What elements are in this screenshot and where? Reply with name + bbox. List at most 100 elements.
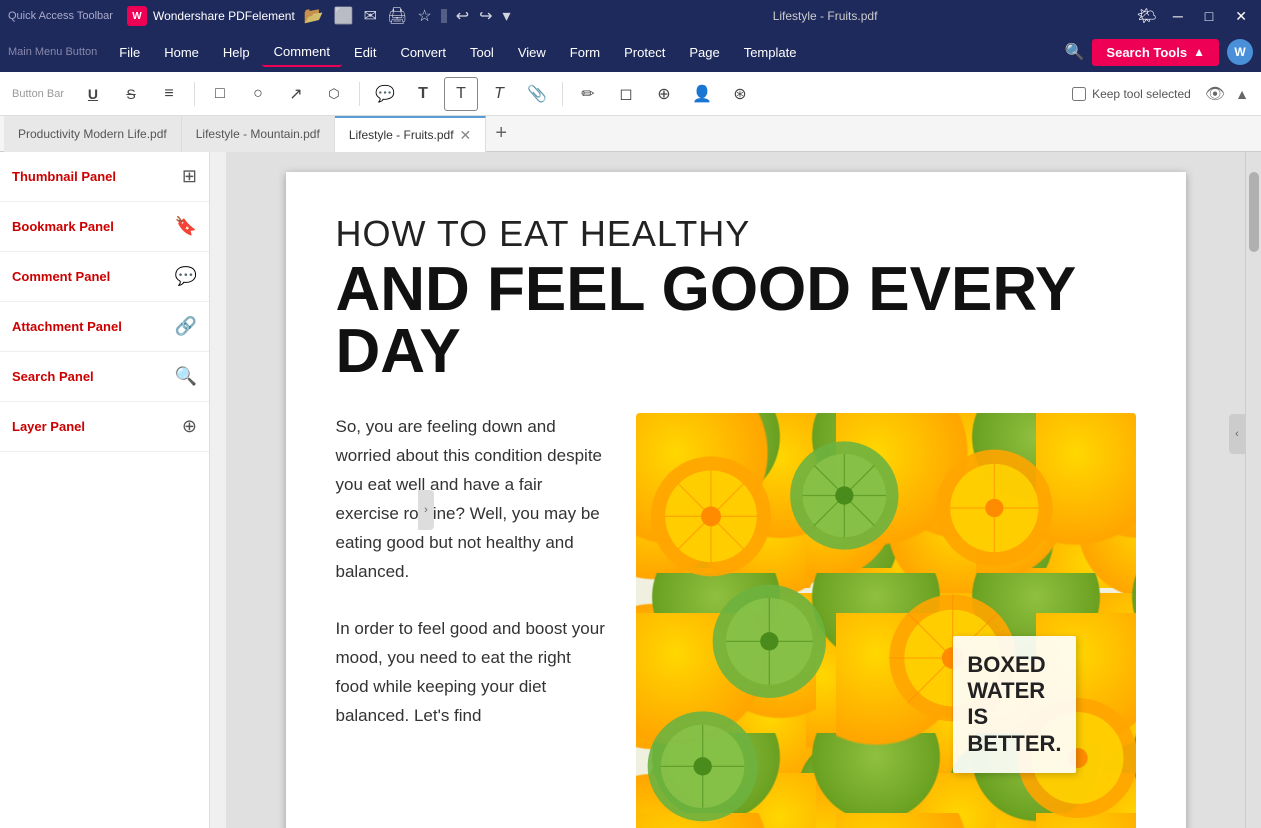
stamp-tool[interactable]: ⊕ (647, 77, 681, 111)
left-panel-collapse-arrow[interactable]: › (418, 490, 434, 530)
text-tool[interactable]: T (406, 77, 440, 111)
attachment-panel-icon: 🔗 (175, 316, 197, 337)
arrow-tool[interactable]: ↗ (279, 77, 313, 111)
highlight-tool[interactable]: ≡ (152, 77, 186, 111)
search-tools-chevron: ▲ (1193, 45, 1205, 59)
tab-productivity-label: Productivity Modern Life.pdf (18, 127, 167, 141)
tab-productivity[interactable]: Productivity Modern Life.pdf (4, 116, 182, 152)
thumbnail-panel-item[interactable]: Thumbnail Panel ⊞ (0, 152, 209, 202)
eye-icon[interactable]: 👁 (1205, 84, 1225, 104)
right-scrollbar[interactable] (1245, 152, 1261, 828)
pdf-title-small: HOW TO EAT HEALTHY (336, 212, 1136, 255)
menu-file[interactable]: File (107, 39, 152, 66)
menu-bar: Main Menu Button File Home Help Comment … (0, 32, 1261, 72)
add-tab-button[interactable]: + (486, 119, 516, 149)
polygon-tool[interactable]: ⬡ (317, 77, 351, 111)
tab-mountain[interactable]: Lifestyle - Mountain.pdf (182, 116, 335, 152)
redo-icon[interactable]: ↪ (476, 4, 495, 28)
main-menu-label: Main Menu Button (8, 46, 97, 58)
tab-fruits[interactable]: Lifestyle - Fruits.pdf ✕ (335, 116, 486, 152)
bookmark-panel-icon: 🔖 (175, 216, 197, 237)
search-icon[interactable]: 🔍 (1065, 42, 1085, 62)
app-name: Wondershare PDFelement (153, 9, 295, 23)
bookmark-panel-item[interactable]: Bookmark Panel 🔖 (0, 202, 209, 252)
menu-edit[interactable]: Edit (342, 39, 388, 66)
quick-access-toolbar: 📂 ⬜ ✉ 🖨 ☆ ↩ ↪ ▾ (301, 4, 514, 28)
maximize-button[interactable]: □ (1199, 6, 1219, 26)
bar-label: Button Bar (12, 88, 64, 100)
user-avatar[interactable]: W (1227, 39, 1253, 65)
content-area: HOW TO EAT HEALTHY AND FEEL GOOD EVERY D… (226, 152, 1245, 828)
strikethrough-tool[interactable]: S (114, 77, 148, 111)
keep-tool-checkbox[interactable] (1072, 87, 1086, 101)
eraser-tool[interactable]: ◻ (609, 77, 643, 111)
attachment-tool[interactable]: 📎 (520, 77, 554, 111)
menu-tool[interactable]: Tool (458, 39, 506, 66)
menu-page[interactable]: Page (677, 39, 731, 66)
separator-1 (194, 82, 195, 106)
window-title: Lifestyle - Fruits.pdf (514, 9, 1137, 23)
scroll-thumb[interactable] (1249, 172, 1259, 252)
menu-template[interactable]: Template (732, 39, 809, 66)
app-logo: W (127, 6, 147, 26)
extra-tool[interactable]: ⊛ (723, 77, 757, 111)
menu-convert[interactable]: Convert (388, 39, 458, 66)
pdf-image-column: BOXEDWATERISBETTER. (636, 413, 1136, 828)
main-area: Thumbnail Panel ⊞ Bookmark Panel 🔖 Comme… (0, 152, 1261, 828)
tab-fruits-label: Lifestyle - Fruits.pdf (349, 128, 454, 142)
title-bar: Quick Access Toolbar W Wondershare PDFel… (0, 0, 1261, 32)
new-file-icon[interactable]: ⬜ (331, 4, 357, 28)
left-panel: Thumbnail Panel ⊞ Bookmark Panel 🔖 Comme… (0, 152, 210, 828)
layer-panel-icon: ⊕ (182, 416, 197, 437)
menu-protect[interactable]: Protect (612, 39, 677, 66)
star-icon[interactable]: ☆ (414, 4, 434, 28)
minimize-button[interactable]: ─ (1167, 6, 1189, 26)
comment-panel-label: Comment Panel (12, 269, 110, 284)
undo-icon[interactable]: ↩ (453, 4, 472, 28)
window-controls: 🌤 ─ □ ✕ (1137, 6, 1253, 27)
print-icon[interactable]: 🖨 (384, 4, 410, 28)
dropdown-icon[interactable]: ▾ (500, 4, 514, 28)
menu-view[interactable]: View (506, 39, 558, 66)
button-bar: Button Bar U S ≡ □ ○ ↗ ⬡ 💬 T T T 📎 ✏ ◻ ⊕… (0, 72, 1261, 116)
right-panel-collapse-arrow[interactable]: ‹ (1229, 414, 1245, 454)
pdf-text-column: So, you are feeling down and worried abo… (336, 413, 606, 828)
pdf-title-large: AND FEEL GOOD EVERY DAY (336, 259, 1136, 383)
boxed-water-text: BOXEDWATERISBETTER. (953, 636, 1075, 774)
rectangle-tool[interactable]: □ (203, 77, 237, 111)
separator-2 (359, 82, 360, 106)
typewriter-tool[interactable]: T (482, 77, 516, 111)
comment-panel-item[interactable]: Comment Panel 💬 (0, 252, 209, 302)
mail-icon[interactable]: ✉ (361, 4, 380, 28)
ellipse-tool[interactable]: ○ (241, 77, 275, 111)
thumbnail-panel-icon: ⊞ (182, 166, 197, 187)
text-box-tool[interactable]: T (444, 77, 478, 111)
open-file-icon[interactable]: 📂 (301, 4, 327, 28)
bookmark-panel-label: Bookmark Panel (12, 219, 114, 234)
signature-tool[interactable]: 👤 (685, 77, 719, 111)
keep-tool-label: Keep tool selected (1092, 87, 1191, 101)
separator-3 (562, 82, 563, 106)
search-panel-icon: 🔍 (175, 366, 197, 387)
attachment-panel-item[interactable]: Attachment Panel 🔗 (0, 302, 209, 352)
layer-panel-label: Layer Panel (12, 419, 85, 434)
thumbnail-panel-label: Thumbnail Panel (12, 169, 116, 184)
search-tools-label: Search Tools (1106, 45, 1187, 60)
menu-home[interactable]: Home (152, 39, 211, 66)
menu-form[interactable]: Form (558, 39, 612, 66)
layer-panel-item[interactable]: Layer Panel ⊕ (0, 402, 209, 452)
search-tools-button[interactable]: Search Tools ▲ (1092, 39, 1219, 66)
search-panel-item[interactable]: Search Panel 🔍 (0, 352, 209, 402)
tab-bar: Productivity Modern Life.pdf Lifestyle -… (0, 116, 1261, 152)
sticky-note-tool[interactable]: 💬 (368, 77, 402, 111)
menu-help[interactable]: Help (211, 39, 262, 66)
keep-tool-group: Keep tool selected 👁 ▲ (1072, 84, 1249, 104)
quick-access-label: Quick Access Toolbar (8, 10, 113, 22)
pdf-paragraph-1: So, you are feeling down and worried abo… (336, 413, 606, 586)
close-tab-icon[interactable]: ✕ (460, 128, 472, 142)
close-button[interactable]: ✕ (1229, 6, 1253, 27)
collapse-up-icon[interactable]: ▲ (1235, 86, 1249, 102)
menu-comment[interactable]: Comment (262, 38, 342, 67)
underline-tool[interactable]: U (76, 77, 110, 111)
pencil-tool[interactable]: ✏ (571, 77, 605, 111)
